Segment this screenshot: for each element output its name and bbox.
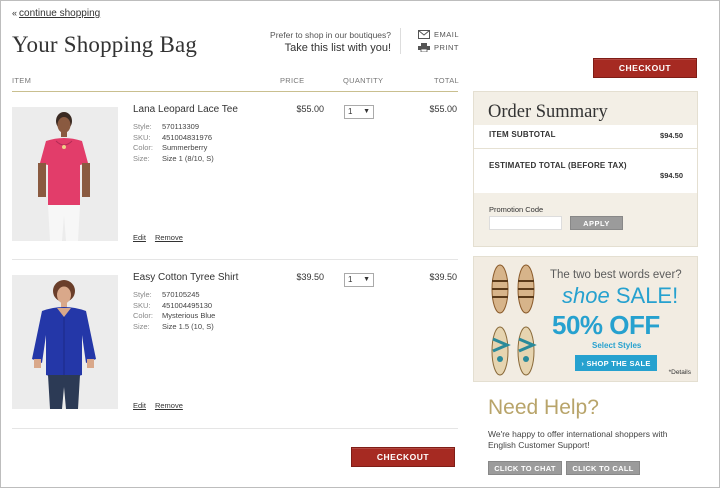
product-meta: Style: 570105245 SKU: 451004495130 Color: M…: [133, 290, 215, 332]
share-links: EMAIL PRINT: [418, 28, 459, 54]
click-to-call-button[interactable]: CLICK TO CALL: [566, 461, 640, 475]
banner-sale-line: shoe SALE!: [562, 283, 678, 309]
header-rule: [12, 91, 458, 92]
style-value: 570113309: [162, 122, 199, 131]
color-value: Summerberry: [162, 143, 208, 152]
banner-discount: 50% OFF: [552, 310, 660, 340]
estimated-total-value: $94.50: [660, 171, 683, 180]
email-label: EMAIL: [434, 30, 460, 39]
size-label: Size:: [133, 153, 150, 163]
banner-sale-word: SALE!: [615, 283, 679, 308]
item-divider: [12, 259, 458, 260]
chevron-down-icon: ▼: [363, 276, 370, 283]
sandals-image: [491, 264, 537, 376]
cart-item: Easy Cotton Tyree Shirt Style: 570105245 …: [12, 272, 458, 428]
product-photo-shirt: [12, 275, 118, 409]
summary-divider: [474, 148, 697, 149]
click-to-chat-button[interactable]: CLICK TO CHAT: [488, 461, 562, 475]
item-actions: Edit Remove: [133, 401, 192, 410]
item-divider: [12, 428, 458, 429]
size-value: Size 1.5 (10, S): [162, 321, 214, 331]
help-title: Need Help?: [488, 396, 599, 419]
quantity-select[interactable]: 1 ▼: [344, 273, 374, 287]
quantity-value: 1: [348, 107, 353, 116]
item-total: $55.00: [429, 104, 457, 114]
edit-link[interactable]: Edit: [133, 401, 146, 410]
table-header: ITEM PRICE QUANTITY TOTAL: [12, 76, 459, 88]
sku-label: SKU:: [133, 132, 151, 142]
header-total: TOTAL: [434, 76, 459, 85]
subtotal-value: $94.50: [660, 131, 683, 140]
order-summary: Order Summary ITEM SUBTOTAL $94.50 ESTIM…: [473, 91, 698, 247]
product-image[interactable]: [12, 275, 118, 409]
color-value: Mysterious Blue: [162, 311, 216, 320]
banner-subtext: Select Styles: [592, 341, 642, 350]
quantity-select[interactable]: 1 ▼: [344, 105, 374, 119]
banner-shoe-word: shoe: [562, 283, 610, 308]
color-label: Color:: [133, 143, 154, 152]
product-meta: Style: 570113309 SKU: 451004831976 Color: S…: [133, 122, 214, 164]
product-name[interactable]: Lana Leopard Lace Tee: [133, 104, 238, 115]
help-text: We're happy to offer international shopp…: [488, 429, 668, 450]
page-title: Your Shopping Bag: [12, 32, 198, 57]
header-price: PRICE: [280, 76, 305, 85]
boutique-tagline: Take this list with you!: [284, 42, 391, 54]
print-link[interactable]: PRINT: [418, 41, 459, 54]
boutique-prompt: Prefer to shop in our boutiques? Take th…: [191, 29, 391, 55]
shoe-sale-banner[interactable]: The two best words ever? shoe SALE! 50% …: [473, 256, 698, 382]
boutique-question: Prefer to shop in our boutiques?: [270, 30, 391, 40]
banner-headline: The two best words ever?: [550, 269, 682, 281]
remove-link[interactable]: Remove: [155, 401, 183, 410]
continue-shopping-label[interactable]: continue shopping: [19, 8, 100, 19]
item-actions: Edit Remove: [133, 233, 192, 242]
back-arrow-icon: «: [12, 8, 18, 18]
product-name[interactable]: Easy Cotton Tyree Shirt: [133, 272, 238, 283]
quantity-value: 1: [348, 275, 353, 284]
header-quantity: QUANTITY: [343, 76, 384, 85]
apply-button[interactable]: APPLY: [570, 216, 623, 230]
product-photo-tee: [12, 107, 118, 241]
color-label: Color:: [133, 311, 154, 320]
style-label: Style:: [133, 290, 152, 299]
email-icon: [418, 30, 430, 39]
edit-link[interactable]: Edit: [133, 233, 146, 242]
item-total: $39.50: [429, 272, 457, 282]
sku-value: 451004831976: [162, 132, 213, 142]
sku-value: 451004495130: [162, 300, 213, 310]
size-value: Size 1 (8/10, S): [162, 153, 214, 163]
banner-details-link[interactable]: *Details: [669, 369, 691, 376]
estimated-total-label: ESTIMATED TOTAL (BEFORE TAX): [489, 161, 627, 170]
print-icon: [418, 43, 430, 52]
checkout-button-bottom[interactable]: CHECKOUT: [351, 447, 455, 467]
shop-the-sale-button[interactable]: › SHOP THE SALE: [575, 355, 657, 371]
style-label: Style:: [133, 122, 152, 131]
divider: [400, 28, 401, 54]
summary-title: Order Summary: [488, 102, 608, 122]
cart-item: Lana Leopard Lace Tee Style: 570113309 SK…: [12, 104, 458, 260]
promo-code-input[interactable]: [489, 216, 562, 230]
size-label: Size:: [133, 321, 150, 331]
product-image[interactable]: [12, 107, 118, 241]
item-price: $55.00: [296, 104, 324, 114]
continue-shopping-link[interactable]: «continue shopping: [12, 8, 100, 19]
remove-link[interactable]: Remove: [155, 233, 183, 242]
promo-code-label: Promotion Code: [489, 205, 544, 214]
checkout-button-top[interactable]: CHECKOUT: [593, 58, 697, 78]
print-label: PRINT: [434, 43, 459, 52]
item-price: $39.50: [296, 272, 324, 282]
header-item: ITEM: [12, 76, 32, 85]
email-link[interactable]: EMAIL: [418, 28, 459, 41]
chevron-down-icon: ▼: [363, 108, 370, 115]
subtotal-label: ITEM SUBTOTAL: [489, 130, 556, 139]
sku-label: SKU:: [133, 300, 151, 310]
style-value: 570105245: [162, 290, 200, 299]
